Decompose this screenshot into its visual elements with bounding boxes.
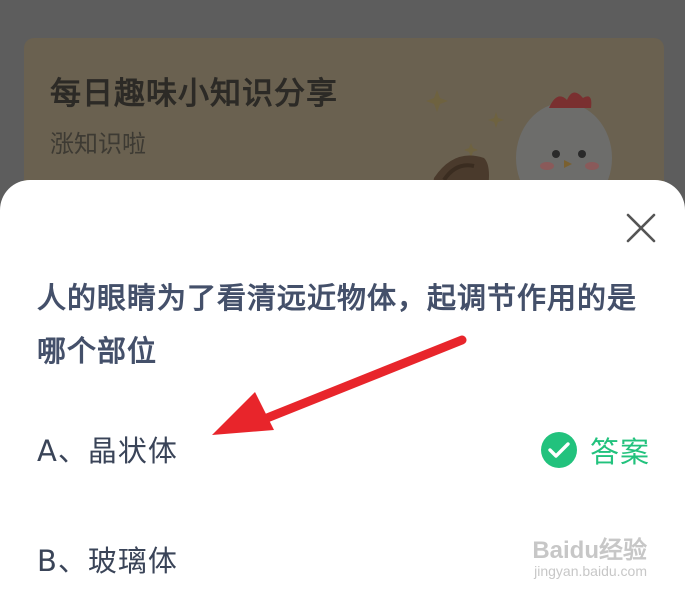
check-circle-icon: [540, 432, 577, 468]
option-b[interactable]: B、玻璃体: [37, 538, 178, 580]
question-text: 人的眼睛为了看清远近物体，起调节作用的是哪个部位: [37, 281, 638, 368]
daily-knowledge-banner[interactable]: 每日趣味小知识分享 涨知识啦: [24, 38, 664, 198]
banner-title: 每日趣味小知识分享: [50, 76, 338, 112]
option-a[interactable]: A、晶状体: [37, 428, 178, 470]
watermark-logo: Baidu经验: [532, 537, 647, 564]
close-icon[interactable]: [623, 210, 659, 246]
chicken-mascot-icon: [426, 90, 612, 198]
banner-subtitle: 涨知识啦: [50, 130, 146, 158]
answer-indicator[interactable]: 答案: [540, 429, 650, 471]
watermark-url: jingyan.baidu.com: [534, 563, 647, 579]
answer-label: 答案: [589, 435, 650, 469]
